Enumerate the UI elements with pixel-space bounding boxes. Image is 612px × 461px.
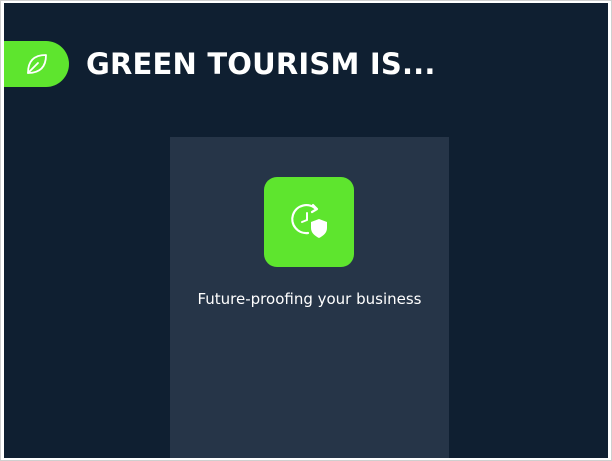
card-text: Future-proofing your business — [197, 290, 422, 308]
title-tab — [4, 41, 69, 87]
feature-card: Future-proofing your business — [170, 137, 449, 458]
page-title: GREEN TOURISM IS... — [86, 47, 436, 81]
card-icon-tile — [264, 177, 354, 267]
slide: GREEN TOURISM IS... Future-proofing your… — [4, 3, 608, 458]
clock-shield-icon — [286, 197, 332, 248]
leaf-icon — [24, 51, 50, 77]
